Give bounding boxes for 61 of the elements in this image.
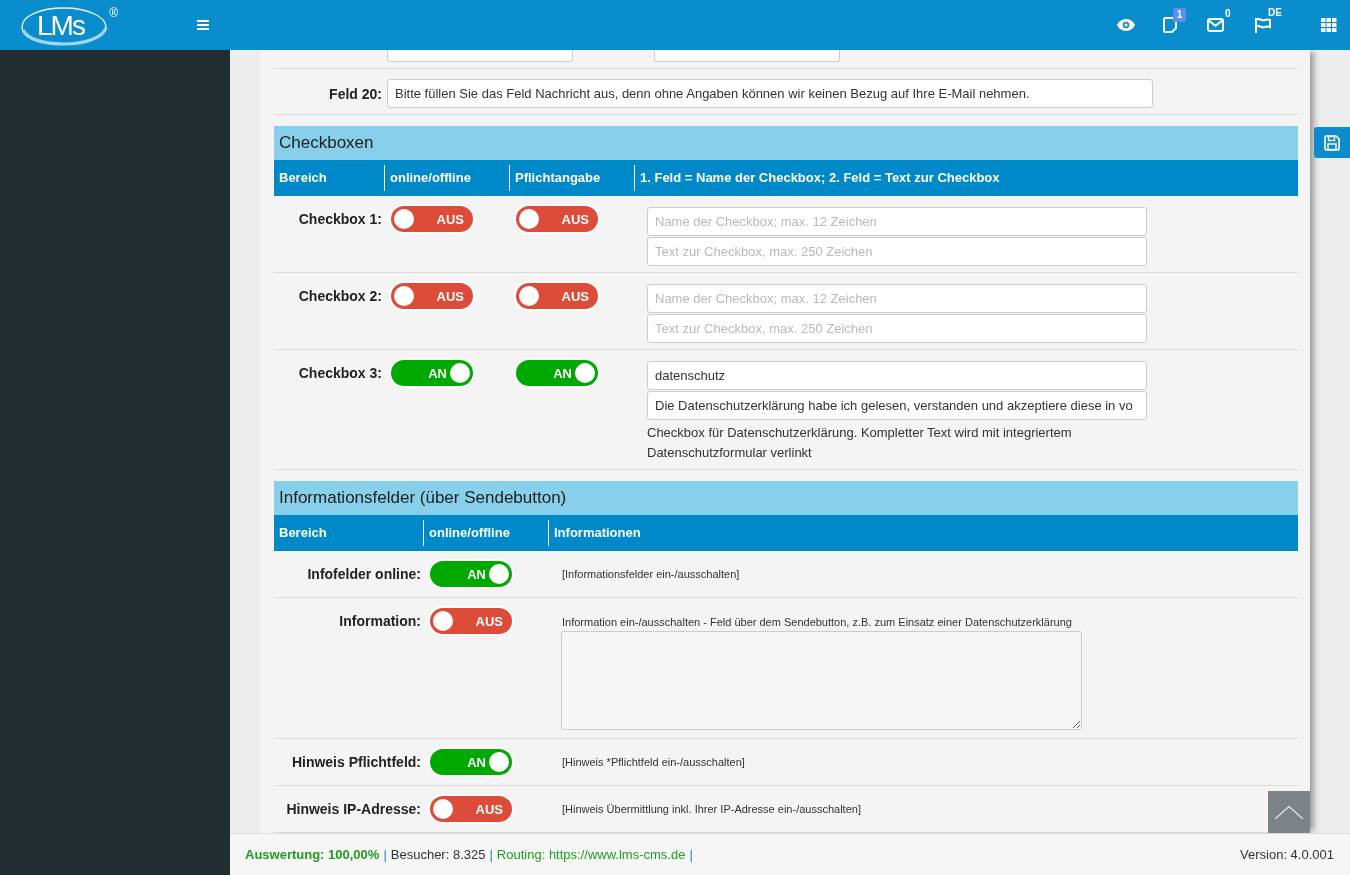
routing-link[interactable]: Routing: https://www.lms-cms.de bbox=[496, 847, 686, 862]
menu-icon[interactable] bbox=[197, 20, 209, 30]
input-field[interactable]: Name der Checkbox; max. 12 Zeichen bbox=[647, 207, 1147, 236]
input-field[interactable]: Text zur Checkbox, max. 250 Zeichen bbox=[647, 314, 1147, 343]
row-label: Infofelder online: bbox=[306, 565, 422, 584]
footer-separator: | bbox=[689, 847, 693, 862]
notification-badge: 1 bbox=[1173, 8, 1186, 22]
section-title: Informationsfelder (über Sendebutton) bbox=[274, 481, 1298, 515]
footer-separator: | bbox=[383, 847, 387, 862]
toggle-switch[interactable]: AUS bbox=[514, 281, 600, 311]
eye-icon[interactable] bbox=[1117, 19, 1135, 31]
column-header: Bereich bbox=[278, 524, 328, 542]
mail-icon[interactable] bbox=[1207, 18, 1224, 32]
section-title: Checkboxen bbox=[274, 126, 1298, 160]
language-label[interactable]: DE bbox=[1268, 8, 1282, 18]
toggle-switch[interactable]: AUS bbox=[428, 606, 514, 636]
info-text: Information ein-/ausschalten - Feld über dem Sendebutton, z.B. zum Einsatz einer Datenschutzerklärung bbox=[562, 615, 1072, 629]
field-label: Feld 20: bbox=[328, 85, 383, 102]
toggle-switch[interactable]: AN bbox=[428, 747, 514, 777]
toggle-switch[interactable]: AUS bbox=[428, 794, 514, 824]
column-header: 1. Feld = Name der Checkbox; 2. Feld = Text zur Checkbox bbox=[634, 165, 1298, 191]
column-header: online/offline bbox=[384, 165, 509, 191]
row-label: Hinweis IP-Adresse: bbox=[285, 800, 422, 819]
column-header: Pflichtangabe bbox=[509, 165, 634, 191]
input-field[interactable]: Die Datenschutzerklärung habe ich gelesen, verstanden und akzeptiere diese in vo bbox=[647, 391, 1147, 420]
info-text: [Informationsfelder ein-/ausschalten] bbox=[562, 567, 740, 582]
input-field[interactable]: Name der Checkbox; max. 12 Zeichen bbox=[647, 284, 1147, 313]
column-header: online/offline bbox=[423, 520, 548, 546]
info-text: [Hinweis *Pflichtfeld ein-/ausschalten] bbox=[562, 755, 745, 770]
toggle-switch[interactable]: AN bbox=[514, 358, 600, 388]
message-count: 0 bbox=[1225, 9, 1231, 19]
row-label: Checkbox 2: bbox=[297, 287, 383, 306]
version-text: Version: 4.0.001 bbox=[1240, 847, 1334, 862]
save-button[interactable] bbox=[1314, 127, 1350, 158]
input-field[interactable] bbox=[387, 50, 573, 62]
row-label: Checkbox 3: bbox=[297, 364, 383, 383]
apps-grid-icon[interactable] bbox=[1321, 18, 1337, 32]
toggle-switch[interactable]: AN bbox=[389, 358, 475, 388]
toggle-switch[interactable]: AUS bbox=[389, 204, 475, 234]
toggle-switch[interactable]: AUS bbox=[389, 281, 475, 311]
scroll-top-button[interactable] bbox=[1268, 791, 1310, 833]
save-icon bbox=[1324, 134, 1340, 151]
help-text: Checkbox für Datenschutzerklärung. Kompletter Text wird mit integriertem Datenschutzformular verlinkt bbox=[647, 424, 1073, 462]
input-field[interactable]: datenschutz bbox=[647, 361, 1147, 390]
toggle-switch[interactable]: AUS bbox=[514, 204, 600, 234]
row-label: Checkbox 1: bbox=[297, 210, 383, 229]
chevron-up-icon bbox=[1274, 804, 1304, 820]
row-label: Information: bbox=[338, 612, 422, 631]
input-field[interactable]: Text zur Checkbox, max. 250 Zeichen bbox=[647, 237, 1147, 266]
tablet-icon[interactable] bbox=[1163, 17, 1177, 33]
toggle-switch[interactable]: AN bbox=[428, 559, 514, 589]
input-field[interactable]: Bitte füllen Sie das Feld Nachricht aus, denn ohne Angaben können wir keinen Bezug auf Ihre E-Mail nehmen. bbox=[387, 79, 1153, 108]
footer-separator: | bbox=[489, 847, 493, 862]
visitor-count: Besucher: 8.325 bbox=[390, 847, 486, 862]
info-text: [Hinweis Übermittlung inkl. Ihrer IP-Adresse ein-/ausschalten] bbox=[562, 802, 861, 817]
input-field[interactable] bbox=[654, 50, 840, 62]
flag-icon[interactable] bbox=[1254, 17, 1271, 33]
column-header: Bereich bbox=[278, 169, 328, 187]
column-header: Informationen bbox=[548, 520, 1298, 546]
row-label: Hinweis Pflichtfeld: bbox=[290, 753, 422, 772]
score-text: Auswertung: 100,00% bbox=[245, 847, 380, 862]
